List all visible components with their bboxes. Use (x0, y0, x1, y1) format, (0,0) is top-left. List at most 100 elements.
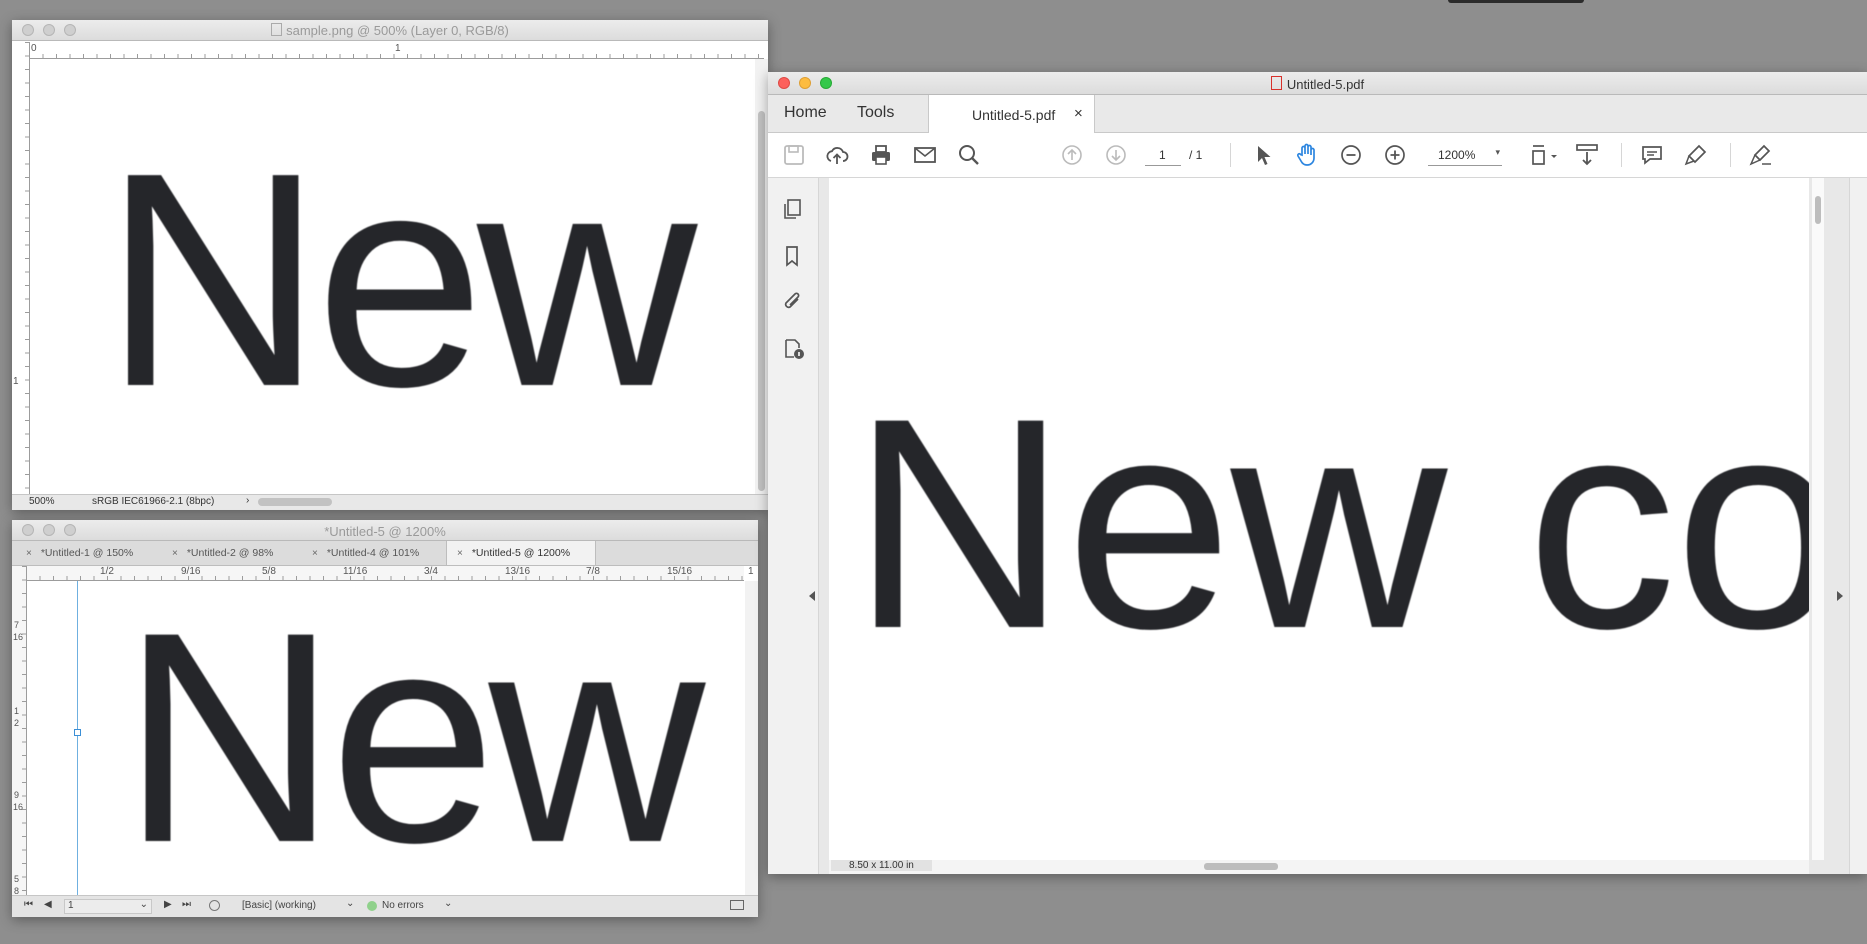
bookmark-icon[interactable] (782, 245, 806, 269)
horizontal-ruler[interactable]: 0 1 (29, 42, 764, 59)
next-page-icon[interactable] (1104, 143, 1128, 167)
sign-pen-icon[interactable] (1748, 143, 1774, 167)
upload-icon[interactable] (825, 143, 849, 167)
document-tab[interactable]: Untitled-5.pdf × (928, 95, 1095, 133)
horizontal-ruler[interactable]: 1/2 9/16 5/8 11/16 3/4 13/16 7/8 15/16 1 (26, 566, 754, 581)
pdf-page-text: New co (851, 355, 1809, 691)
page-thumbnails-icon[interactable] (782, 198, 806, 222)
indesign-canvas[interactable]: New (27, 581, 745, 895)
chevron-down-icon[interactable]: ⌄ (346, 898, 354, 909)
photoshop-canvas[interactable]: New (30, 59, 755, 497)
hand-tool-icon[interactable] (1295, 143, 1319, 167)
expand-right-panel-icon[interactable] (1837, 591, 1843, 601)
pdf-page[interactable]: New co (829, 178, 1809, 860)
tab-label: *Untitled-1 @ 150% (40, 547, 134, 559)
vertical-ruler[interactable]: 1 (12, 42, 30, 497)
vertical-scrollbar[interactable] (745, 581, 758, 895)
guide-line[interactable] (77, 581, 78, 895)
zoom-out-icon[interactable] (1339, 143, 1363, 167)
chevron-down-icon[interactable]: ⌄ (140, 899, 148, 910)
preflight-label[interactable]: No errors (382, 900, 424, 911)
tools-tab[interactable]: Tools (857, 104, 894, 122)
scrollbar-thumb[interactable] (1815, 196, 1821, 224)
search-icon[interactable] (957, 143, 981, 167)
close-icon[interactable]: × (1074, 105, 1083, 122)
first-page-icon[interactable]: ⏮ (24, 899, 33, 910)
left-panel (768, 178, 819, 874)
comment-icon[interactable] (1640, 143, 1664, 167)
tab-untitled-1[interactable]: × *Untitled-1 @ 150% (16, 541, 156, 565)
canvas-text: New (121, 581, 705, 895)
tab-close-icon[interactable]: × (172, 548, 178, 559)
page-number-input[interactable]: 1 (1145, 145, 1181, 166)
document-info-icon[interactable] (782, 337, 806, 361)
horizontal-scrollbar-thumb[interactable] (258, 498, 332, 506)
select-cursor-icon[interactable] (1251, 143, 1275, 167)
next-page-icon[interactable]: ▶ (164, 899, 172, 910)
page-layout-icon[interactable] (1530, 143, 1560, 167)
collapse-left-panel-icon[interactable] (809, 591, 815, 601)
ruler-label: 16 (13, 632, 24, 642)
page-size-label: 8.50 x 11.00 in (831, 860, 932, 871)
split-view-icon[interactable] (730, 900, 744, 910)
photoshop-title-bar: sample.png @ 500% (Layer 0, RGB/8) (12, 20, 768, 41)
home-tab[interactable]: Home (784, 104, 827, 122)
ruler-label: 11/16 (343, 566, 368, 577)
vertical-ruler[interactable]: 7 16 1 2 9 16 5 8 (12, 566, 27, 896)
ruler-label: 9/16 (181, 566, 201, 577)
ruler-label: 1 (13, 376, 19, 387)
document-icon (271, 23, 283, 36)
status-bar: ⏮ ◀ 1 ⌄ ▶ ⏭ [Basic] (working) ⌄ No error… (12, 895, 758, 917)
tab-close-icon[interactable]: × (26, 548, 32, 559)
window-title: *Untitled-5 @ 1200% (324, 524, 446, 539)
tab-label: *Untitled-5 @ 1200% (471, 547, 571, 559)
attachment-paperclip-icon[interactable] (782, 291, 806, 315)
print-icon[interactable] (869, 143, 893, 167)
previous-page-icon[interactable]: ◀ (44, 899, 52, 910)
document-tab-label: Untitled-5.pdf (972, 107, 1056, 123)
color-profile[interactable]: sRGB IEC61966-2.1 (8bpc) (92, 496, 214, 507)
page-current: 1 (1159, 148, 1166, 162)
photoshop-window: sample.png @ 500% (Layer 0, RGB/8) 0 1 1… (12, 20, 768, 510)
zoom-in-icon[interactable] (1383, 143, 1407, 167)
toolbar: 1 / 1 1200% ▾ (768, 133, 1867, 178)
toolbar-separator (1230, 143, 1231, 167)
chevron-down-icon[interactable]: ▾ (1495, 147, 1500, 158)
chevron-down-icon[interactable]: ⌄ (444, 898, 452, 909)
scroll-mode-icon[interactable] (1575, 143, 1599, 167)
scrollbar-thumb[interactable] (758, 111, 765, 491)
vertical-scrollbar[interactable] (755, 59, 768, 497)
highlight-pen-icon[interactable] (1684, 143, 1708, 167)
tab-untitled-4[interactable]: × *Untitled-4 @ 101% (302, 541, 442, 565)
horizontal-scrollbar-thumb[interactable] (1204, 863, 1278, 870)
style-label[interactable]: [Basic] (working) (242, 900, 316, 911)
vertical-scrollbar[interactable] (1812, 178, 1824, 860)
indesign-window: *Untitled-5 @ 1200% × *Untitled-1 @ 150% … (12, 520, 758, 917)
last-page-icon[interactable]: ⏭ (182, 899, 191, 910)
previous-page-icon[interactable] (1060, 143, 1084, 167)
tab-close-icon[interactable]: × (312, 548, 318, 559)
status-menu-arrow[interactable]: › (246, 495, 249, 506)
preflight-status-icon (367, 901, 377, 911)
tab-close-icon[interactable]: × (457, 548, 463, 559)
page-size-readout: 8.50 x 11.00 in (829, 860, 1809, 874)
tab-untitled-5[interactable]: × *Untitled-5 @ 1200% (446, 541, 596, 565)
zoom-dropdown[interactable]: 1200% ▾ (1428, 145, 1502, 166)
save-icon[interactable] (782, 143, 806, 167)
window-title: sample.png @ 500% (Layer 0, RGB/8) (286, 23, 509, 38)
tab-label: *Untitled-4 @ 101% (326, 547, 420, 559)
ruler-label: 15/16 (667, 566, 693, 577)
toolbar-separator (1730, 143, 1731, 167)
gauge-icon[interactable] (209, 900, 220, 911)
ruler-label: 5/8 (262, 566, 276, 577)
ruler-label: 16 (13, 802, 24, 812)
ruler-label: 0 (31, 43, 37, 54)
frame-handle[interactable] (74, 729, 81, 736)
email-icon[interactable] (913, 143, 937, 167)
tab-untitled-2[interactable]: × *Untitled-2 @ 98% (162, 541, 298, 565)
ruler-label: 3/4 (424, 566, 438, 577)
page-number-field[interactable]: 1 ⌄ (64, 899, 152, 914)
nav-bar: Home Tools Untitled-5.pdf × (768, 95, 1867, 133)
zoom-level[interactable]: 500% (29, 496, 55, 507)
tab-label: *Untitled-2 @ 98% (186, 547, 274, 559)
